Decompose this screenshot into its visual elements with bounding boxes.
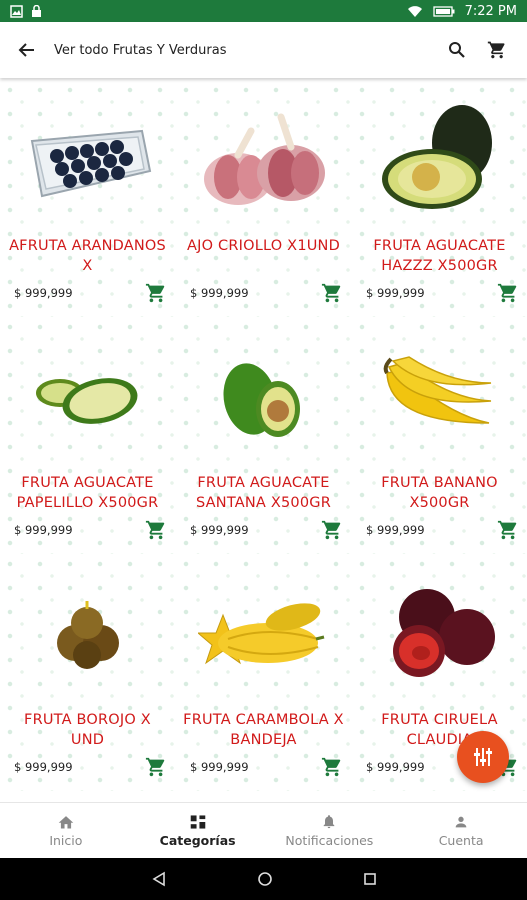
back-button[interactable] [0, 22, 54, 78]
search-button[interactable] [437, 22, 477, 78]
product-card[interactable]: AJO CRIOLLO X1UND $ 999,999 [176, 80, 351, 317]
product-name: AJO CRIOLLO X1UND [187, 238, 340, 254]
product-name: FRUTA CARAMBOLA X BANDEJA [183, 712, 344, 748]
product-image-borojo [12, 562, 162, 707]
nav-label: Inicio [49, 832, 83, 848]
product-image-avocado-santana [188, 325, 338, 470]
cart-icon [487, 41, 505, 59]
product-price: $ 999,999 [190, 760, 249, 774]
product-name: FRUTA BANANO X500GR [381, 475, 498, 511]
app-bar: Ver todo Frutas Y Verduras [0, 22, 527, 78]
product-name: AFRUTA ARANDANOS X [9, 238, 166, 274]
picture-icon [10, 4, 23, 18]
nav-item-notificaciones[interactable]: Notificaciones [264, 803, 396, 858]
system-recents-icon[interactable] [363, 872, 377, 886]
status-time: 7:22 PM [464, 3, 517, 19]
add-to-cart-icon[interactable] [145, 756, 167, 778]
lock-icon [32, 4, 41, 17]
product-name: FRUTA BOROJO X UND [24, 712, 151, 748]
add-to-cart-icon[interactable] [145, 519, 167, 541]
battery-icon [432, 5, 455, 17]
add-to-cart-icon[interactable] [497, 282, 519, 304]
system-back-icon[interactable] [151, 871, 167, 887]
wifi-icon [407, 5, 422, 17]
nav-label: Categorías [159, 832, 236, 848]
add-to-cart-icon[interactable] [145, 282, 167, 304]
bell-icon [324, 815, 335, 829]
product-price: $ 999,999 [14, 760, 73, 774]
cart-button[interactable] [477, 22, 517, 78]
product-image-avocado-hass [364, 88, 514, 233]
nav-label: Cuenta [438, 832, 484, 848]
filter-icon [474, 748, 492, 766]
product-card[interactable]: FRUTA AGUACATE SANTANA X500GR $ 999,999 [176, 317, 351, 554]
product-price: $ 999,999 [366, 760, 425, 774]
product-name: FRUTA AGUACATE SANTANA X500GR [196, 475, 331, 511]
nav-item-categorias[interactable]: Categorías [132, 803, 264, 858]
page-title: Ver todo Frutas Y Verduras [54, 42, 227, 58]
product-card[interactable]: FRUTA BOROJO X UND $ 999,999 [0, 554, 175, 791]
product-card[interactable]: AFRUTA ARANDANOS X $ 999,999 [0, 80, 175, 317]
product-grid: AFRUTA ARANDANOS X $ 999,999 AJO CRIOLLO… [0, 80, 527, 803]
product-card[interactable]: FRUTA BANANO X500GR $ 999,999 [352, 317, 527, 554]
product-image-blueberries [12, 88, 162, 233]
product-price: $ 999,999 [366, 523, 425, 537]
product-name: FRUTA AGUACATE PAPELILLO X500GR [16, 475, 159, 511]
status-bar: 7:22 PM [0, 0, 527, 22]
add-to-cart-icon[interactable] [321, 519, 343, 541]
product-name: FRUTA AGUACATE HAZZZ X500GR [373, 238, 506, 274]
product-price: $ 999,999 [14, 286, 73, 300]
product-price: $ 999,999 [190, 523, 249, 537]
search-icon [449, 42, 465, 58]
product-image-banana [364, 325, 514, 470]
bottom-navigation: Inicio Categorías Notificaciones Cuenta [0, 802, 527, 858]
filter-fab-button[interactable] [457, 731, 509, 783]
add-to-cart-icon[interactable] [321, 756, 343, 778]
nav-label: Notificaciones [285, 833, 374, 848]
home-icon [58, 815, 74, 829]
add-to-cart-icon[interactable] [497, 519, 519, 541]
nav-item-inicio[interactable]: Inicio [0, 803, 132, 858]
product-card[interactable]: FRUTA CARAMBOLA X BANDEJA $ 999,999 [176, 554, 351, 791]
product-price: $ 999,999 [14, 523, 73, 537]
product-image-plum [364, 562, 514, 707]
product-price: $ 999,999 [366, 286, 425, 300]
system-navigation-bar [0, 858, 527, 900]
back-arrow-icon [18, 43, 34, 57]
grid-icon [190, 814, 205, 829]
nav-item-cuenta[interactable]: Cuenta [395, 803, 527, 858]
add-to-cart-icon[interactable] [321, 282, 343, 304]
person-icon [455, 816, 467, 827]
product-image-avocado-papelillo [12, 325, 162, 470]
product-card[interactable]: FRUTA AGUACATE PAPELILLO X500GR $ 999,99… [0, 317, 175, 554]
product-image-carambola [188, 562, 338, 707]
product-card[interactable]: FRUTA AGUACATE HAZZZ X500GR $ 999,999 [352, 80, 527, 317]
system-home-icon[interactable] [257, 871, 273, 887]
product-image-garlic [188, 88, 338, 233]
product-price: $ 999,999 [190, 286, 249, 300]
